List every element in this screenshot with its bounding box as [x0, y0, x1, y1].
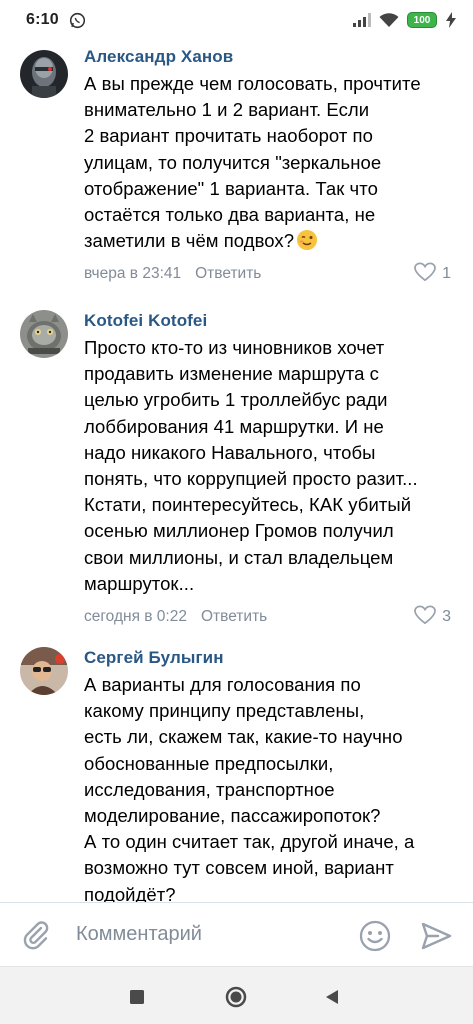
send-icon[interactable]: [420, 921, 452, 951]
charging-icon: [445, 12, 457, 28]
heart-icon: [414, 262, 436, 287]
paperclip-icon[interactable]: [20, 919, 52, 951]
status-icons: 100: [353, 12, 457, 28]
recents-icon[interactable]: [124, 984, 150, 1010]
comment-meta: сегодня в 0:22 Ответить 3: [84, 605, 457, 629]
like-count: 1: [442, 265, 451, 283]
avatar[interactable]: [20, 310, 68, 358]
avatar[interactable]: [20, 647, 68, 695]
like-button[interactable]: 1: [414, 262, 451, 286]
wifi-icon: [379, 12, 399, 28]
like-button[interactable]: 3: [414, 605, 451, 629]
reply-button[interactable]: Ответить: [195, 265, 261, 283]
comment-composer: Комментарий: [0, 902, 473, 966]
comment-author[interactable]: Александр Ханов: [84, 46, 457, 68]
whatsapp-icon: [69, 11, 87, 29]
navigation-bar: [0, 966, 473, 1024]
comment-author[interactable]: Сергей Булыгин: [84, 647, 457, 669]
comment-author[interactable]: Kotofei Kotofei: [84, 310, 457, 332]
comment-text: А вы прежде чем голосовать, прочтите вни…: [84, 71, 457, 254]
smile-icon[interactable]: [358, 919, 392, 953]
comment-text-content: А вы прежде чем голосовать, прочтите вни…: [84, 73, 421, 252]
comment-meta: вчера в 23:41 Ответить 1: [84, 262, 457, 286]
battery-icon: 100: [407, 12, 437, 28]
like-count: 3: [442, 608, 451, 626]
heart-icon: [414, 605, 436, 630]
comment-text: А варианты для голосования по какому при…: [84, 674, 415, 902]
comment-time: сегодня в 0:22: [84, 608, 187, 626]
comment-input[interactable]: Комментарий: [76, 923, 202, 946]
signal-icon: [353, 13, 371, 27]
comment-time: вчера в 23:41: [84, 265, 182, 283]
winking-face-icon: [296, 229, 318, 251]
status-bar: 6:10 100: [0, 0, 473, 40]
back-icon[interactable]: [319, 984, 345, 1010]
home-icon[interactable]: [223, 984, 249, 1010]
reply-button[interactable]: Ответить: [201, 608, 267, 626]
comment-text: Просто кто-то из чиновников хочет продав…: [84, 337, 418, 594]
avatar[interactable]: [20, 50, 68, 98]
comments-list: Александр Ханов А вы прежде чем голосова…: [0, 40, 473, 902]
status-time: 6:10: [26, 11, 59, 28]
